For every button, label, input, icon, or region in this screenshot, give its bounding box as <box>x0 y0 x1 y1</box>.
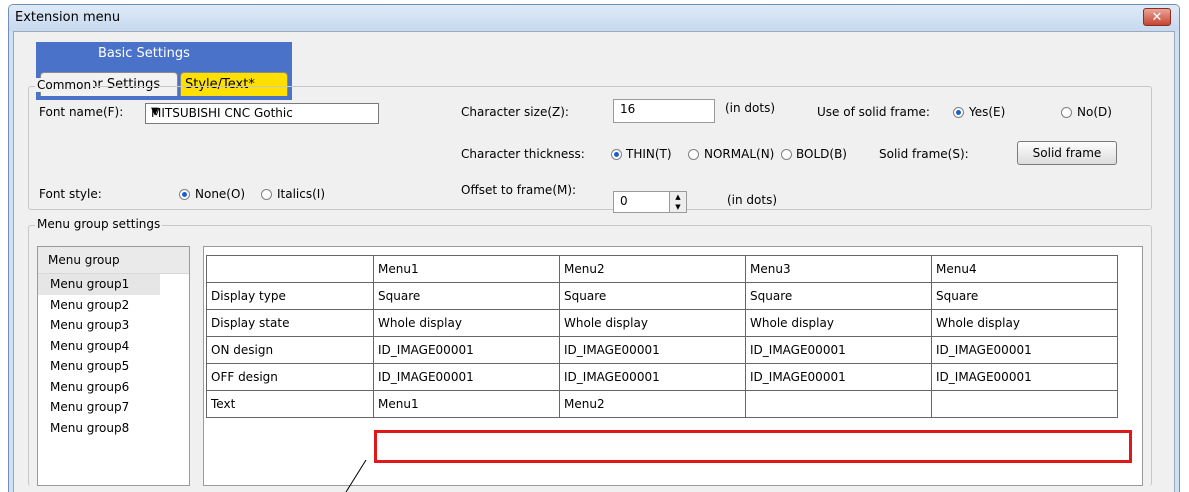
title-bar: Extension menu ✕ <box>9 5 1179 31</box>
font-style-none-radio[interactable] <box>179 189 190 200</box>
header-cell: Menu4 <box>931 255 1118 283</box>
close-button[interactable]: ✕ <box>1143 8 1171 26</box>
tab-group-label: Basic Settings <box>98 46 190 61</box>
header-cell: Menu1 <box>373 255 560 283</box>
header-cell: Menu3 <box>745 255 932 283</box>
menu-table: Menu1 Menu2 Menu3 Menu4 Display type Squ… <box>206 255 1118 418</box>
list-item[interactable]: Menu group6 <box>38 377 189 398</box>
list-item[interactable]: Menu group8 <box>38 418 189 439</box>
common-section: Common Font name(F): MITSUBISHI CNC Goth… <box>28 78 1152 213</box>
menu-group-list[interactable]: Menu group Menu group1 Menu group2 Menu … <box>37 246 190 486</box>
table-cell[interactable]: Square <box>559 282 746 310</box>
table-cell[interactable]: Whole display <box>559 309 746 337</box>
common-legend: Common <box>35 78 94 92</box>
font-style-italics-label[interactable]: Italics(I) <box>277 187 325 201</box>
bold-radio[interactable] <box>781 149 792 160</box>
table-cell[interactable]: ID_IMAGE00001 <box>745 336 932 364</box>
table-cell[interactable]: Square <box>373 282 560 310</box>
table-cell[interactable]: Menu1 <box>373 390 560 418</box>
row-label-cell: Display state <box>206 309 374 337</box>
thin-label[interactable]: THIN(T) <box>626 147 672 161</box>
solid-yes-radio[interactable] <box>953 107 964 118</box>
bold-label[interactable]: BOLD(B) <box>796 147 847 161</box>
table-row: Display state Whole display Whole displa… <box>206 309 1118 337</box>
row-label-cell: Text <box>206 390 374 418</box>
font-style-none-label[interactable]: None(O) <box>195 187 245 201</box>
font-name-label: Font name(F): <box>39 105 124 119</box>
table-cell[interactable]: ID_IMAGE00001 <box>745 363 932 391</box>
table-row: Display type Square Square Square Square <box>206 282 1118 310</box>
window-title: Extension menu <box>15 10 121 25</box>
table-cell[interactable]: ID_IMAGE00001 <box>931 336 1118 364</box>
solid-frame-label: Solid frame(S): <box>879 147 969 161</box>
table-cell[interactable]: Menu2 <box>559 390 746 418</box>
table-cell[interactable]: Whole display <box>745 309 932 337</box>
table-header-row: Menu1 Menu2 Menu3 Menu4 <box>206 255 1118 283</box>
offset-spinner[interactable]: ▲ ▼ <box>669 191 687 213</box>
table-cell[interactable]: Whole display <box>373 309 560 337</box>
solid-frame-use-label: Use of solid frame: <box>817 105 930 119</box>
char-size-label: Character size(Z): <box>461 105 569 119</box>
spin-up-icon[interactable]: ▲ <box>670 192 686 202</box>
table-cell[interactable]: ID_IMAGE00001 <box>373 336 560 364</box>
solid-frame-button[interactable]: Solid frame <box>1017 141 1117 165</box>
solid-no-label[interactable]: No(D) <box>1077 105 1112 119</box>
table-cell[interactable]: Square <box>931 282 1118 310</box>
font-style-italics-radio[interactable] <box>261 189 272 200</box>
font-name-select[interactable]: MITSUBISHI CNC Gothic ▼ <box>145 103 379 124</box>
menu-group-legend: Menu group settings <box>35 217 163 231</box>
char-size-unit: (in dots) <box>725 101 776 115</box>
spin-down-icon[interactable]: ▼ <box>670 202 686 212</box>
table-row: Text Menu1 Menu2 <box>206 390 1118 418</box>
thin-radio[interactable] <box>611 149 622 160</box>
dropdown-arrow-icon[interactable]: ▼ <box>151 106 372 117</box>
header-cell <box>206 255 374 283</box>
header-cell: Menu2 <box>559 255 746 283</box>
table-row: ON design ID_IMAGE00001 ID_IMAGE00001 ID… <box>206 336 1118 364</box>
font-style-label: Font style: <box>39 187 102 201</box>
table-cell[interactable]: Whole display <box>931 309 1118 337</box>
solid-yes-label[interactable]: Yes(E) <box>969 105 1005 119</box>
normal-radio[interactable] <box>688 149 699 160</box>
table-cell[interactable]: ID_IMAGE00001 <box>931 363 1118 391</box>
offset-value: 0 <box>620 194 628 208</box>
table-cell[interactable]: ID_IMAGE00001 <box>373 363 560 391</box>
normal-label[interactable]: NORMAL(N) <box>704 147 774 161</box>
list-item[interactable]: Menu group5 <box>38 356 189 377</box>
table-cell[interactable] <box>745 390 932 418</box>
table-cell[interactable] <box>931 390 1118 418</box>
offset-label: Offset to frame(M): <box>461 183 577 197</box>
char-size-input[interactable]: 16 <box>613 99 715 123</box>
offset-input[interactable]: 0 <box>613 191 671 213</box>
row-label-cell: Display type <box>206 282 374 310</box>
list-item[interactable]: Menu group3 <box>38 315 189 336</box>
row-label-cell: OFF design <box>206 363 374 391</box>
list-item[interactable]: Menu group1 <box>38 274 160 295</box>
solid-no-radio[interactable] <box>1061 107 1072 118</box>
text-row-highlight <box>374 430 1132 463</box>
menu-group-list-header: Menu group <box>38 247 189 274</box>
list-item[interactable]: Menu group2 <box>38 295 189 316</box>
offset-unit: (in dots) <box>727 193 778 207</box>
table-cell[interactable]: Square <box>745 282 932 310</box>
list-item[interactable]: Menu group7 <box>38 397 189 418</box>
table-cell[interactable]: ID_IMAGE00001 <box>559 336 746 364</box>
char-thickness-label: Character thickness: <box>461 147 585 161</box>
list-item[interactable]: Menu group4 <box>38 336 189 357</box>
row-label-cell: ON design <box>206 336 374 364</box>
char-size-value: 16 <box>620 102 636 116</box>
table-row: OFF design ID_IMAGE00001 ID_IMAGE00001 I… <box>206 363 1118 391</box>
table-cell[interactable]: ID_IMAGE00001 <box>559 363 746 391</box>
